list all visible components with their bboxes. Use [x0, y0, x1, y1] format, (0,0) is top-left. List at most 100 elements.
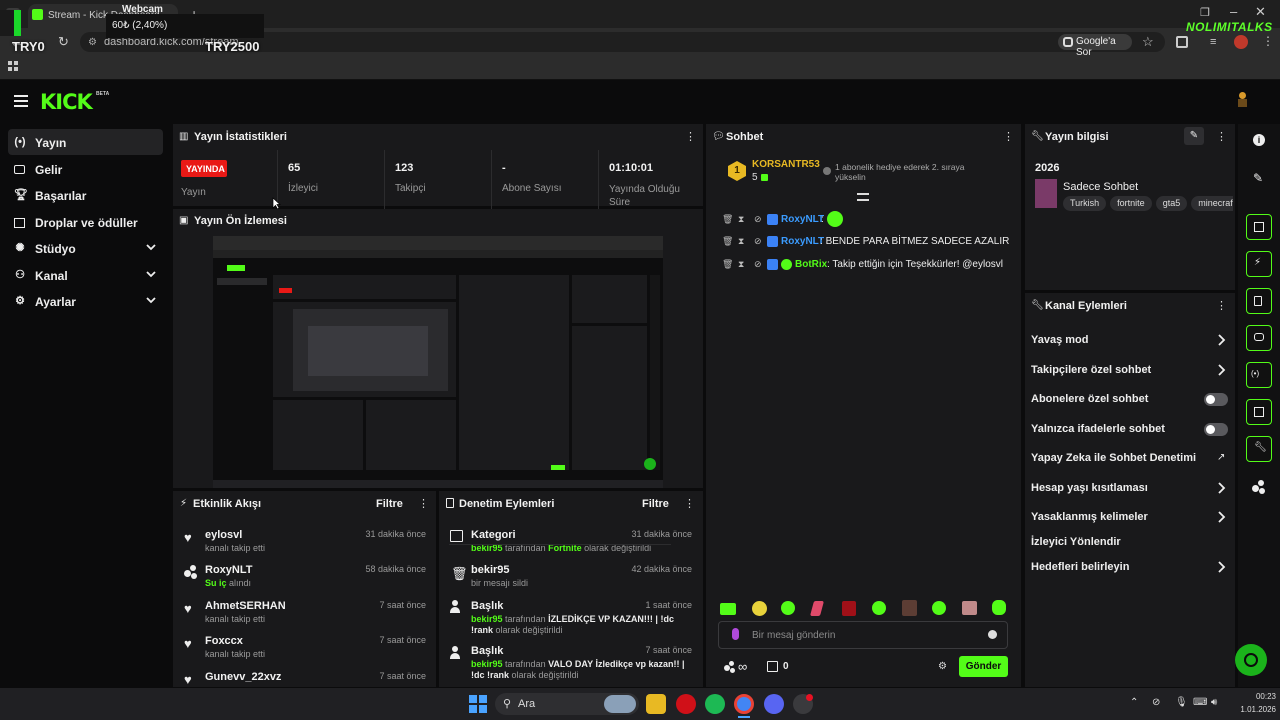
- tray-network-icon[interactable]: ⌨: [1193, 697, 1207, 708]
- hamburger-menu-icon[interactable]: [14, 95, 28, 107]
- media-icon[interactable]: ≡: [1210, 36, 1216, 48]
- tray-mic-icon[interactable]: 🎙︎: [1175, 697, 1188, 708]
- points-icon[interactable]: [724, 661, 736, 673]
- activity-user[interactable]: AhmetSERHAN: [205, 600, 286, 612]
- edit-icon[interactable]: ✎: [1184, 127, 1204, 145]
- subscriber-chat-toggle[interactable]: [1204, 393, 1228, 406]
- trash-icon[interactable]: 🗑︎: [722, 236, 733, 247]
- chevron-down-icon[interactable]: [145, 241, 157, 253]
- layout-button[interactable]: [1246, 399, 1272, 425]
- spotify-icon[interactable]: [705, 694, 725, 714]
- edit-icon[interactable]: ✎: [1253, 171, 1263, 185]
- kick-logo[interactable]: KICK: [40, 90, 93, 114]
- emote-only-toggle[interactable]: [1204, 423, 1228, 436]
- tag[interactable]: fortnite: [1110, 196, 1152, 211]
- clock-time[interactable]: 00:23: [1236, 692, 1276, 701]
- sidebar-item-ayarlar[interactable]: ⚙ Ayarlar: [8, 288, 163, 314]
- tag[interactable]: gta5: [1155, 196, 1188, 211]
- action-emote-only[interactable]: Yalnızca ifadelerle sohbet: [1031, 423, 1231, 435]
- scene-button[interactable]: [1246, 214, 1272, 240]
- action-banned-words[interactable]: Yasaklanmış kelimeler: [1031, 511, 1231, 523]
- help-button[interactable]: [1235, 644, 1267, 676]
- chevron-down-icon[interactable]: [145, 294, 157, 306]
- wrench-button[interactable]: 🔧︎: [1246, 436, 1272, 462]
- chat-settings-icon[interactable]: ⚙: [938, 661, 947, 672]
- ban-icon[interactable]: ⊘: [754, 259, 762, 270]
- chevron-right-icon[interactable]: [1216, 334, 1226, 346]
- action-follower-chat[interactable]: Takipçilere özel sohbet: [1031, 364, 1231, 376]
- chevron-right-icon[interactable]: [1216, 561, 1226, 573]
- broadcast-button[interactable]: (•): [1246, 362, 1272, 388]
- points-icon[interactable]: [1252, 480, 1266, 494]
- bolt-button[interactable]: ⚡︎: [1246, 251, 1272, 277]
- send-button[interactable]: Gönder: [959, 656, 1008, 677]
- activity-menu-icon[interactable]: ⋮: [418, 497, 429, 510]
- action-subscriber-chat[interactable]: Abonelere özel sohbet: [1031, 393, 1231, 405]
- chat-menu-icon[interactable]: ⋮: [1003, 130, 1014, 143]
- activity-user[interactable]: Gunevv_22xvz: [205, 671, 281, 683]
- tray-volume-icon[interactable]: 🔊︎: [1211, 697, 1217, 708]
- chat-button[interactable]: [1246, 325, 1272, 351]
- chevron-right-icon[interactable]: [1216, 482, 1226, 494]
- action-account-age[interactable]: Hesap yaşı kısıtlaması: [1031, 482, 1231, 494]
- stats-menu-icon[interactable]: ⋮: [685, 130, 696, 143]
- stream-info-menu-icon[interactable]: ⋮: [1216, 130, 1227, 143]
- emote-icon[interactable]: [752, 601, 767, 616]
- external-link-icon[interactable]: ↗: [1217, 452, 1225, 463]
- timeout-icon[interactable]: ⧗: [738, 214, 744, 225]
- file-explorer-icon[interactable]: [646, 694, 666, 714]
- clock-date[interactable]: 1.01.2026: [1226, 705, 1276, 714]
- apps-grid-icon[interactable]: [8, 61, 18, 71]
- user-avatar[interactable]: [1236, 90, 1250, 108]
- tray-chevron-icon[interactable]: ⌃: [1130, 697, 1138, 708]
- chat-message[interactable]: 🗑︎ ⧗ ⊘ RoxyNLT :: [722, 211, 990, 227]
- timeout-icon[interactable]: ⧗: [738, 236, 744, 247]
- ban-icon[interactable]: ⊘: [754, 236, 762, 247]
- emote-icon[interactable]: [902, 600, 917, 616]
- bookmark-star-icon[interactable]: ☆: [1142, 34, 1154, 50]
- chat-username[interactable]: RoxyNLT: [781, 236, 824, 247]
- gifter-name[interactable]: KORSANTR53: [752, 159, 820, 170]
- collapse-pinned-icon[interactable]: [857, 193, 869, 201]
- window-close-icon[interactable]: ✕: [1255, 4, 1266, 20]
- moderation-filter-button[interactable]: Filtre: [642, 498, 669, 510]
- extensions-icon[interactable]: [1176, 36, 1188, 48]
- chest-icon[interactable]: [767, 661, 778, 672]
- chevron-right-icon[interactable]: [1216, 364, 1226, 376]
- reload-icon[interactable]: ↻: [58, 34, 69, 50]
- browser-menu-icon[interactable]: ⋮: [1262, 34, 1274, 48]
- emote-icon[interactable]: [992, 600, 1006, 615]
- emote-icon[interactable]: [962, 601, 977, 615]
- category-name[interactable]: Sadece Sohbet: [1063, 181, 1138, 193]
- chat-message[interactable]: 🗑︎ ⧗ ⊘ BotRix : Takip ettiğin için Teşek…: [722, 258, 1017, 272]
- action-slow-mode[interactable]: Yavaş mod: [1031, 334, 1231, 346]
- stream-preview-video[interactable]: [213, 236, 663, 488]
- sidebar-item-droplar[interactable]: Droplar ve ödüller: [8, 209, 163, 235]
- activity-user[interactable]: eylosvl: [205, 529, 242, 541]
- info-icon[interactable]: i: [1253, 134, 1265, 146]
- chat-username[interactable]: BotRix: [795, 259, 827, 270]
- chat-username[interactable]: RoxyNLT: [781, 214, 824, 225]
- chevron-right-icon[interactable]: [1216, 511, 1226, 523]
- timeout-icon[interactable]: ⧗: [738, 259, 744, 270]
- tag[interactable]: minecraft: [1191, 196, 1233, 211]
- activity-user[interactable]: RoxyNLT: [205, 564, 252, 576]
- tag[interactable]: Turkish: [1063, 196, 1107, 211]
- moderator-name[interactable]: bekir95: [471, 614, 503, 624]
- activity-filter-button[interactable]: Filtre: [376, 498, 403, 510]
- moderation-menu-icon[interactable]: ⋮: [684, 497, 695, 510]
- channel-actions-menu-icon[interactable]: ⋮: [1216, 299, 1227, 312]
- sidebar-item-kanal[interactable]: ⚇ Kanal: [8, 262, 163, 288]
- ban-icon[interactable]: ⊘: [754, 214, 762, 225]
- discord-icon[interactable]: [764, 694, 784, 714]
- emote-icon[interactable]: [872, 601, 886, 615]
- google-lens-button[interactable]: Google'a Sor: [1058, 34, 1132, 58]
- sidebar-item-studyo[interactable]: ✺ Stüdyo: [8, 235, 163, 261]
- activity-user[interactable]: Foxccx: [205, 635, 243, 647]
- emote-icon[interactable]: [781, 601, 795, 615]
- opera-icon[interactable]: [676, 694, 696, 714]
- action-ai-moderation[interactable]: Yapay Zeka ile Sohbet Denetimi: [1031, 452, 1231, 464]
- emote-icon[interactable]: [809, 601, 825, 616]
- trash-icon[interactable]: 🗑︎: [722, 259, 733, 270]
- windows-start-icon[interactable]: [469, 695, 487, 713]
